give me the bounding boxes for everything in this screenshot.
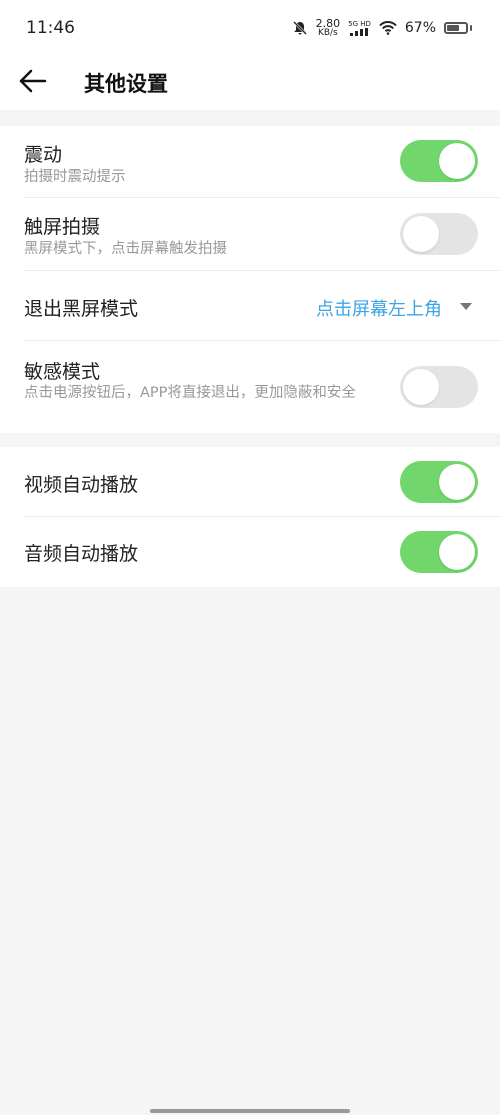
battery-icon (444, 22, 472, 34)
app-header: 其他设置 (0, 60, 500, 110)
setting-vibration[interactable]: 震动 拍摄时震动提示 (0, 126, 500, 198)
signal-bars-icon (350, 28, 369, 36)
battery-percent: 67% (404, 20, 436, 36)
cellular-signal: 5G HD (348, 20, 371, 36)
audio-autoplay-toggle[interactable] (400, 531, 478, 573)
cellular-signal-label: 5G HD (348, 20, 371, 28)
video-autoplay-toggle[interactable] (400, 461, 478, 503)
dropdown-caret-icon[interactable] (460, 303, 472, 310)
toggle-knob (439, 464, 475, 500)
network-speed: 2.80 KB/s (316, 18, 341, 38)
status-time: 11:46 (26, 18, 75, 38)
setting-vibration-subtitle: 拍摄时震动提示 (24, 169, 126, 185)
back-arrow-icon[interactable] (18, 66, 48, 96)
exit-black-screen-value[interactable]: 点击屏幕左上角 (316, 295, 442, 321)
toggle-knob (403, 216, 439, 252)
touch-capture-toggle[interactable] (400, 213, 478, 255)
setting-touch-capture-subtitle: 黑屏模式下，点击屏幕触发拍摄 (24, 241, 227, 257)
toggle-knob (439, 143, 475, 179)
setting-audio-autoplay-title: 音频自动播放 (24, 543, 139, 565)
home-indicator[interactable] (150, 1109, 350, 1113)
settings-group-capture: 震动 拍摄时震动提示 触屏拍摄 黑屏模式下，点击屏幕触发拍摄 退出黑屏模式 点击… (0, 126, 500, 433)
settings-group-playback: 视频自动播放 音频自动播放 (0, 447, 500, 587)
toggle-knob (439, 534, 475, 570)
network-speed-unit: KB/s (317, 28, 338, 38)
bell-muted-icon (292, 21, 307, 35)
setting-sensitive-mode-title: 敏感模式 (24, 361, 101, 383)
status-bar: 11:46 2.80 KB/s 5G HD 67% (0, 0, 500, 60)
setting-audio-autoplay[interactable]: 音频自动播放 (0, 517, 500, 587)
setting-sensitive-mode-subtitle: 点击电源按钮后，APP将直接退出，更加隐蔽和安全 (24, 385, 356, 401)
setting-sensitive-mode[interactable]: 敏感模式 点击电源按钮后，APP将直接退出，更加隐蔽和安全 (0, 341, 500, 433)
toggle-knob (403, 369, 439, 405)
setting-video-autoplay[interactable]: 视频自动播放 (0, 447, 500, 517)
vibration-toggle[interactable] (400, 140, 478, 182)
wifi-icon (379, 21, 397, 35)
status-icons: 2.80 KB/s 5G HD 67% (292, 18, 472, 38)
sensitive-mode-toggle[interactable] (400, 366, 478, 408)
setting-touch-capture-title: 触屏拍摄 (24, 216, 101, 238)
setting-vibration-title: 震动 (24, 144, 63, 166)
setting-video-autoplay-title: 视频自动播放 (24, 474, 139, 496)
setting-touch-capture[interactable]: 触屏拍摄 黑屏模式下，点击屏幕触发拍摄 (0, 198, 500, 271)
page-title: 其他设置 (84, 72, 168, 96)
setting-exit-black-screen-title: 退出黑屏模式 (24, 298, 139, 320)
setting-exit-black-screen[interactable]: 退出黑屏模式 点击屏幕左上角 (0, 271, 500, 341)
